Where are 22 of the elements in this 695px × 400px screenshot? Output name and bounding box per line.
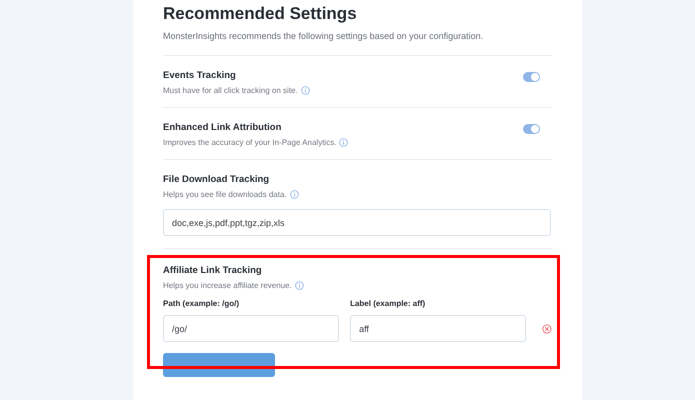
section-description: MonsterInsights recommends the following settings based on your configuration. [163,31,484,41]
field-label: Label (example: aff) [350,299,426,308]
setting-description: Helps you see file downloads data. [163,190,287,199]
setting-description: Must have for all click tracking on site. [163,86,298,95]
input-field[interactable]: /go/ [163,315,340,342]
input-field[interactable]: aff [350,315,526,342]
info-icon[interactable] [339,138,348,147]
remove-icon[interactable] [542,324,552,334]
setting-title: File Download Tracking [163,174,270,185]
setting-description: Improves the accuracy of your In-Page Analytics. [163,138,336,147]
toggle-switch[interactable] [523,72,540,82]
setting-title: Affiliate Link Tracking [163,265,263,276]
info-icon[interactable] [300,86,310,95]
setting-title: Enhanced Link Attribution [163,122,282,133]
field-label: Path (example: /go/) [163,299,240,308]
toggle-switch[interactable] [523,124,540,134]
setting-description: Helps you increase affiliate revenue. [163,281,292,290]
info-icon[interactable] [294,281,304,290]
info-icon[interactable] [290,190,299,199]
setting-title: Events Tracking [163,70,237,81]
section-title: Recommended Settings [163,4,358,24]
input-field[interactable]: doc,exe,js,pdf,ppt,tgz,zip,xls [163,209,551,236]
